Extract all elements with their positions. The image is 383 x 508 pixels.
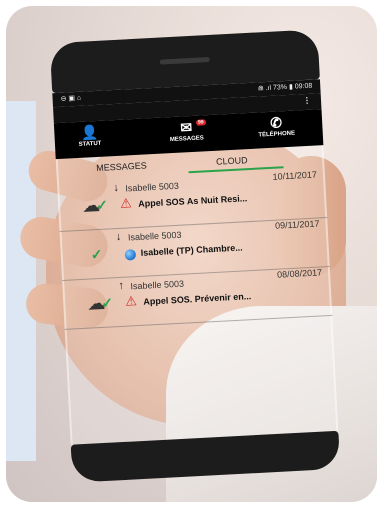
tab-telephone-label: TÉLÉPHONE [258, 130, 296, 139]
download-arrow-icon: ↓ [115, 230, 122, 244]
upload-arrow-icon: ↑ [118, 279, 125, 293]
envelope-icon: ✉ [179, 118, 193, 136]
message-subject: Appel SOS. Prévenir en... [143, 291, 252, 307]
warning-icon: ⚠ [124, 293, 138, 309]
checkmark-icon: ✓ [100, 294, 114, 311]
message-count-badge: 99 [195, 119, 206, 126]
tab-statut-label: STATUT [78, 140, 102, 148]
tab-statut[interactable]: 👤 STATUT [64, 120, 116, 159]
message-sender: Isabelle 5003 [127, 229, 182, 243]
phone-icon: ✆ [269, 114, 283, 131]
checkmark-icon: ✓ [95, 196, 109, 214]
tab-messages[interactable]: ✉ 99 MESSAGES [146, 114, 228, 154]
message-date: 10/11/2017 [272, 169, 318, 182]
message-sender: Isabelle 5003 [130, 278, 185, 292]
phone: ⊖ ▣ ⌂ ⋒ .ıl 73% ▮ 09:08 ⋮ 👤 STATUT ✉ 99 … [49, 29, 341, 483]
speaker-grille [159, 56, 210, 65]
message-subject: Appel SOS As Nuit Resi... [137, 193, 248, 209]
tab-messages-label: MESSAGES [169, 135, 205, 144]
message-subject: Isabelle (TP) Chambre... [140, 242, 243, 258]
message-date: 09/11/2017 [274, 218, 320, 231]
subtab-messages[interactable]: MESSAGES [96, 160, 147, 173]
download-arrow-icon: ↓ [113, 181, 120, 195]
tab-telephone[interactable]: ✆ TÉLÉPHONE [236, 109, 318, 149]
globe-icon [124, 249, 137, 261]
background-panel [6, 101, 36, 461]
message-date: 08/08/2017 [276, 267, 323, 280]
overflow-menu-icon[interactable]: ⋮ [303, 96, 311, 105]
checkmark-icon: ✓ [90, 245, 103, 263]
message-sender: Isabelle 5003 [125, 180, 180, 194]
subtab-cloud[interactable]: CLOUD [216, 155, 248, 167]
person-icon: 👤 [80, 123, 99, 141]
photo-frame: ⊖ ▣ ⌂ ⋒ .ıl 73% ▮ 09:08 ⋮ 👤 STATUT ✉ 99 … [6, 6, 377, 502]
status-left-icons: ⊖ ▣ ⌂ [60, 94, 82, 103]
warning-icon: ⚠ [119, 195, 133, 211]
